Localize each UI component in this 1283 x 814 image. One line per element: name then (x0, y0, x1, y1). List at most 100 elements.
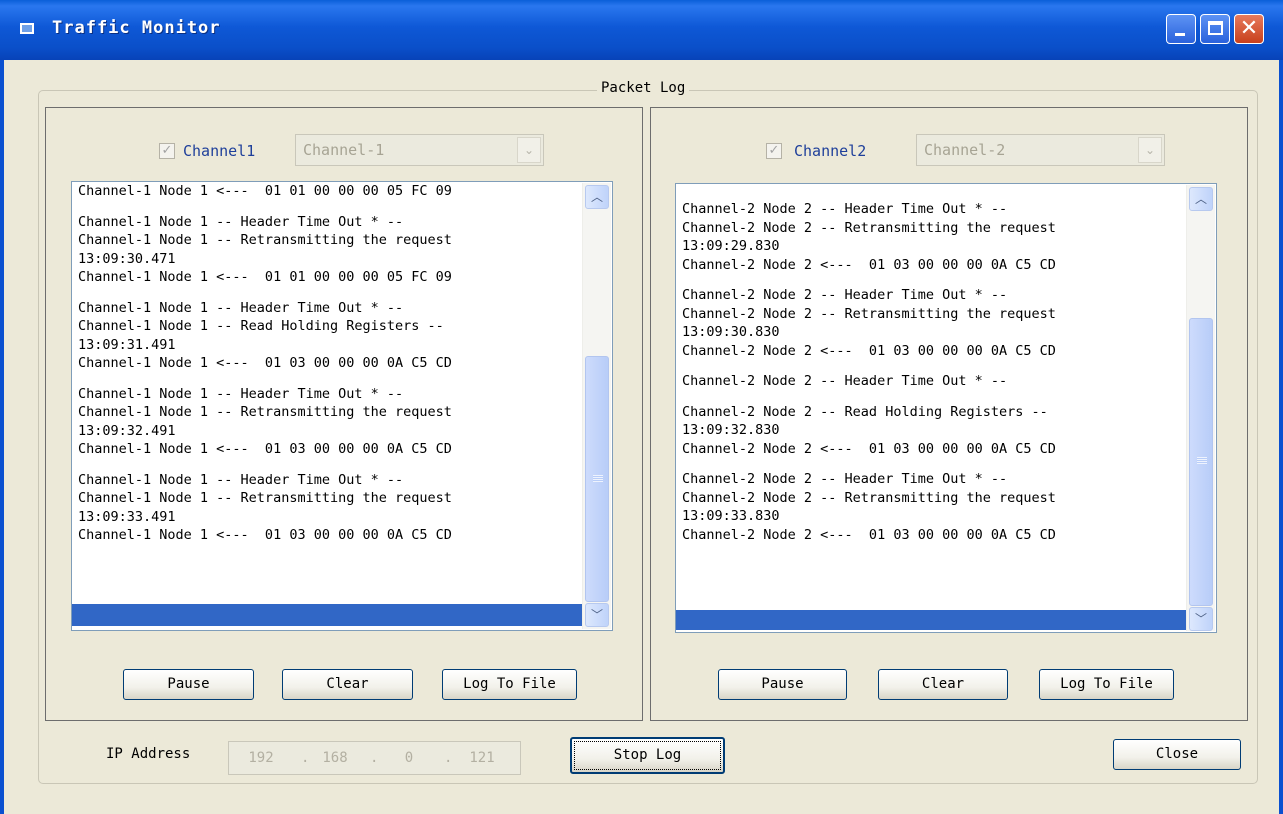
app-icon (20, 23, 34, 34)
title-bar[interactable]: Traffic Monitor ✕ (0, 0, 1283, 60)
log-line: Channel-2 Node 2 -- Retransmitting the r… (682, 219, 1056, 236)
close-icon: ✕ (1239, 16, 1259, 41)
window-border-left (0, 60, 4, 814)
window-title: Traffic Monitor (52, 18, 221, 38)
log-line: Channel-2 Node 2 -- Header Time Out * -- (682, 201, 1008, 217)
log-line: 13:09:30.471 (78, 250, 176, 267)
log-line: Channel-1 Node 1 -- Retransmitting the r… (78, 490, 452, 506)
ip-segment-4: 121 (469, 750, 495, 766)
log-line: Channel-1 Node 1 -- Header Time Out * -- (78, 299, 404, 316)
packet-log-title: Packet Log (597, 80, 690, 96)
maximize-icon (1208, 21, 1223, 35)
ip-segment-2: 168 (322, 750, 348, 766)
channel2-scrollbar[interactable]: ︿ ﹀ (1186, 185, 1215, 631)
log-line: Channel-2 Node 2 -- Retransmitting the r… (682, 489, 1056, 506)
channel2-log-lines: Channel-2 Node 2 -- Header Time Out * --… (682, 188, 1182, 606)
dropdown-arrow-icon[interactable]: ⌄ (517, 137, 541, 163)
selected-log-row[interactable] (676, 610, 1187, 630)
log-line: Channel-1 Node 1 <--- 01 03 00 00 00 0A … (78, 355, 452, 371)
log-line: Channel-2 Node 2 <--- 01 03 00 00 00 0A … (682, 342, 1056, 359)
log-line: Channel-1 Node 1 <--- 01 03 00 00 00 0A … (78, 527, 452, 543)
log-line: 13:09:30.830 (682, 324, 780, 340)
channel1-pause-button[interactable]: Pause (123, 669, 254, 700)
close-button[interactable]: Close (1113, 739, 1241, 770)
log-line: 13:09:32.830 (682, 422, 780, 438)
log-line: Channel-2 Node 2 -- Header Time Out * -- (682, 287, 1008, 303)
channel2-checkbox[interactable]: ✓ (766, 143, 782, 159)
log-line: Channel-2 Node 2 -- Read Holding Registe… (682, 403, 1048, 420)
scroll-down-icon[interactable]: ﹀ (585, 603, 609, 627)
log-line: Channel-2 Node 2 -- Header Time Out * -- (682, 471, 1008, 487)
thumb-grip (1197, 457, 1207, 464)
channel2-log-to-file-button[interactable]: Log To File (1039, 669, 1174, 700)
channel1-select[interactable]: Channel-1 ⌄ (295, 134, 544, 166)
ip-address-field[interactable]: 192 . 168 . 0 . 121 (228, 741, 521, 775)
log-line: 13:09:29.830 (682, 238, 780, 254)
scroll-thumb[interactable] (1189, 318, 1213, 606)
channel1-scrollbar[interactable]: ︿ ﹀ (582, 183, 611, 629)
log-line: Channel-1 Node 1 <--- 01 03 00 00 00 0A … (78, 441, 452, 457)
log-line: Channel-2 Node 2 -- Header Time Out * -- (682, 373, 1008, 389)
checkmark-icon: ✓ (161, 143, 173, 158)
log-line: Channel-1 Node 1 -- Header Time Out * -- (78, 385, 404, 402)
channel1-log-lines: Channel-1 Node 1 <--- 01 01 00 00 00 05 … (78, 182, 578, 600)
ip-dot: . (444, 750, 453, 766)
channel1-panel: ✓ Channel1 Channel-1 ⌄ Channel-1 Node 1 … (45, 107, 643, 721)
log-line: 13:09:31.491 (78, 336, 176, 353)
scroll-down-icon[interactable]: ﹀ (1189, 607, 1213, 631)
channel1-select-value: Channel-1 (303, 141, 385, 159)
ip-dot: . (301, 750, 310, 766)
stop-log-button[interactable]: Stop Log (570, 737, 725, 774)
log-line: Channel-1 Node 1 -- Header Time Out * -- (78, 471, 404, 488)
channel2-panel: ✓ Channel2 Channel-2 ⌄ Channel-2 Node 2 … (650, 107, 1248, 721)
log-line: Channel-1 Node 1 <--- 01 01 00 00 00 05 … (78, 269, 452, 285)
minimize-icon (1175, 33, 1185, 36)
channel1-checkbox[interactable]: ✓ (159, 143, 175, 159)
scroll-thumb[interactable] (585, 356, 609, 602)
ip-dot: . (370, 750, 379, 766)
channel2-pause-button[interactable]: Pause (718, 669, 847, 700)
thumb-grip (593, 475, 603, 482)
log-line: Channel-1 Node 1 -- Header Time Out * -- (78, 213, 404, 230)
log-line: Channel-2 Node 2 <--- 01 03 00 00 00 0A … (682, 440, 1056, 457)
ip-segment-3: 0 (404, 750, 414, 766)
channel1-clear-button[interactable]: Clear (282, 669, 413, 700)
ip-address-label: IP Address (106, 746, 191, 762)
log-line: Channel-1 Node 1 -- Retransmitting the r… (78, 404, 452, 420)
log-line: Channel-1 Node 1 -- Read Holding Registe… (78, 318, 444, 334)
channel1-checkbox-label[interactable]: Channel1 (183, 142, 255, 160)
dropdown-arrow-icon[interactable]: ⌄ (1138, 137, 1162, 163)
log-line: Channel-2 Node 2 -- Retransmitting the r… (682, 305, 1056, 322)
log-line: Channel-2 Node 2 <--- 01 03 00 00 00 0A … (682, 256, 1056, 273)
selected-log-row[interactable] (72, 604, 583, 626)
minimize-button[interactable] (1166, 14, 1196, 44)
channel2-checkbox-label[interactable]: Channel2 (794, 142, 866, 160)
channel2-log[interactable]: Channel-2 Node 2 -- Header Time Out * --… (675, 183, 1217, 633)
log-line: Channel-2 Node 2 <--- 01 03 00 00 00 0A … (682, 526, 1056, 543)
log-line: 13:09:33.830 (682, 508, 780, 524)
channel2-clear-button[interactable]: Clear (878, 669, 1008, 700)
ip-segment-1: 192 (248, 750, 274, 766)
checkmark-icon: ✓ (768, 143, 780, 158)
scroll-up-icon[interactable]: ︿ (1189, 187, 1213, 211)
log-line: Channel-1 Node 1 -- Retransmitting the r… (78, 232, 452, 248)
channel1-log-to-file-button[interactable]: Log To File (442, 669, 577, 700)
channel1-log[interactable]: Channel-1 Node 1 <--- 01 01 00 00 00 05 … (71, 181, 613, 631)
channel2-select[interactable]: Channel-2 ⌄ (916, 134, 1165, 166)
log-line: 13:09:33.491 (78, 508, 176, 525)
log-line: Channel-1 Node 1 <--- 01 01 00 00 00 05 … (78, 183, 452, 199)
maximize-button[interactable] (1200, 14, 1230, 44)
scroll-up-icon[interactable]: ︿ (585, 185, 609, 209)
close-window-button[interactable]: ✕ (1234, 14, 1264, 44)
window-border-right (1279, 60, 1283, 814)
channel2-select-value: Channel-2 (924, 141, 1006, 159)
